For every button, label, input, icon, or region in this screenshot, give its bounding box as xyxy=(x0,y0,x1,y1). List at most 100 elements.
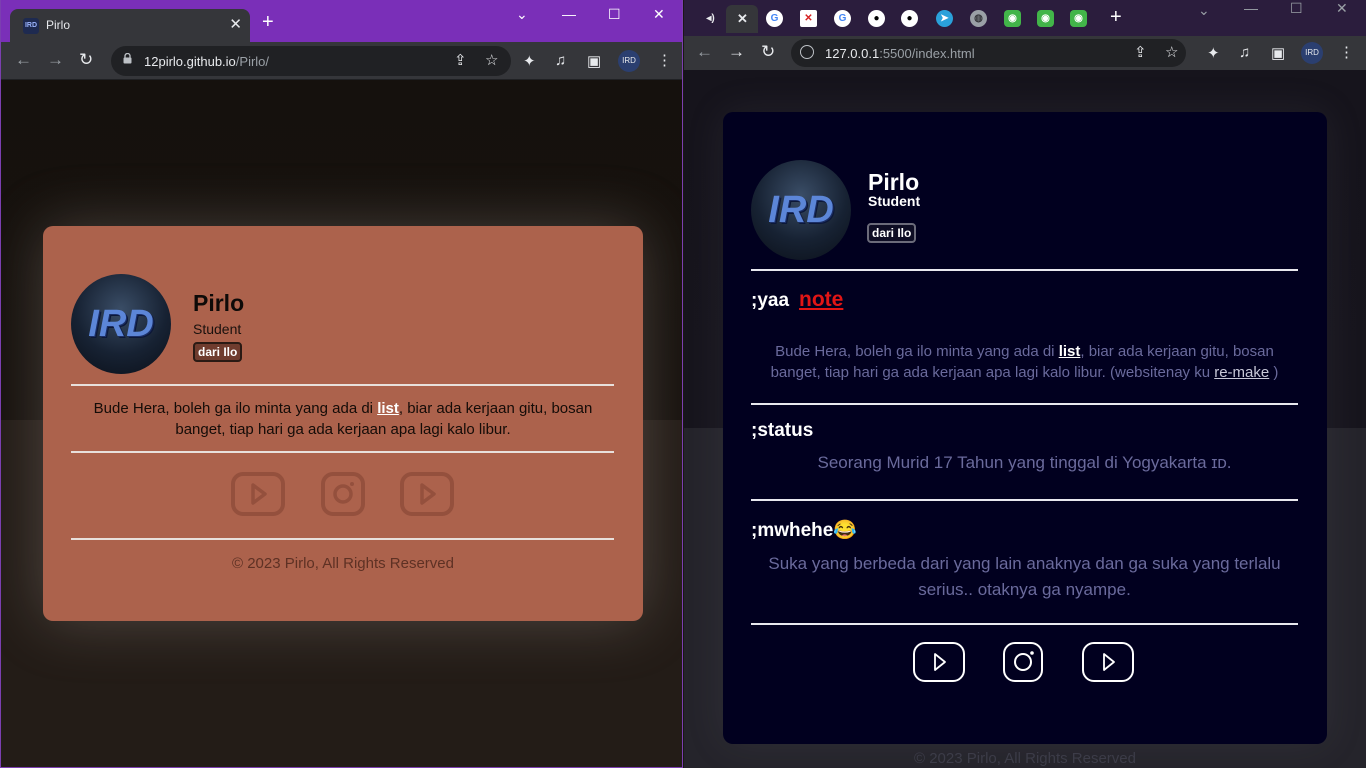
list-link[interactable]: list xyxy=(1059,343,1081,360)
profile-card: IRD Pirlo Student dari Ilo Bude Hera, bo… xyxy=(43,226,643,621)
logo-icon: IRD xyxy=(768,189,834,231)
profile-avatar-icon[interactable]: IRD xyxy=(1301,42,1323,64)
back-icon[interactable]: ← xyxy=(15,51,32,69)
github-icon: ● xyxy=(901,10,918,27)
tab-strip: ◂) ✕ G ✕ G ● ● ➤ ◍ ◉ ◉ ◉ + ⌄ — ☐ ✕ xyxy=(684,0,1366,36)
tokopedia-icon: ◉ xyxy=(1037,10,1054,27)
github-icon: ● xyxy=(868,10,885,27)
telegram-icon: ➤ xyxy=(936,10,953,27)
bookmark-star-icon[interactable]: ☆ xyxy=(485,51,498,69)
footer-copyright: © 2023 Pirlo, All Rights Reserved xyxy=(914,750,1136,767)
tab-google[interactable]: G xyxy=(758,5,790,33)
minimize-icon[interactable]: — xyxy=(562,6,576,22)
list-link[interactable]: list xyxy=(377,400,399,417)
close-window-icon[interactable]: ✕ xyxy=(1336,0,1348,17)
divider xyxy=(751,623,1298,625)
footer-copyright: © 2023 Pirlo, All Rights Reserved xyxy=(232,555,454,572)
tokopedia-icon: ◉ xyxy=(1004,10,1021,27)
bookmark-star-icon[interactable]: ☆ xyxy=(1165,43,1178,61)
url-text: 127.0.0.1:5500/index.html xyxy=(825,46,975,61)
section-heading-mwhehe: ;mwhehe😂 xyxy=(751,520,858,541)
media-control-icon[interactable]: ♫ xyxy=(555,52,566,69)
section-heading-yaa: ;yaa note xyxy=(751,288,844,311)
browser-toolbar: ← → ↻ 127.0.0.1:5500/index.html ⇪ ☆ ✦ ♫ … xyxy=(684,36,1366,70)
google-icon: G xyxy=(766,10,783,27)
page-content: IRD Pirlo Student dari Ilo ;yaa note Bude… xyxy=(684,70,1366,768)
maximize-icon[interactable]: ☐ xyxy=(1290,0,1303,17)
close-tab-icon[interactable]: ✕ xyxy=(229,15,242,33)
back-icon[interactable]: ← xyxy=(696,43,713,61)
maximize-icon[interactable]: ☐ xyxy=(608,6,621,23)
section-text-mwhehe: Suka yang berbeda dari yang lain anaknya… xyxy=(768,554,1281,599)
youtube-icon[interactable] xyxy=(400,472,454,516)
youtube-icon[interactable] xyxy=(1082,642,1134,682)
close-window-icon[interactable]: ✕ xyxy=(653,6,665,23)
instagram-icon[interactable] xyxy=(1003,642,1043,682)
menu-kebab-icon[interactable]: ⋮ xyxy=(657,51,672,69)
address-bar[interactable]: 127.0.0.1:5500/index.html ⇪ ☆ xyxy=(791,39,1186,67)
profile-card: IRD Pirlo Student dari Ilo ;yaa note Bude… xyxy=(723,112,1327,744)
side-panel-icon[interactable]: ▣ xyxy=(587,52,601,70)
note-link[interactable]: note xyxy=(799,288,843,311)
divider xyxy=(71,451,614,453)
tab-tokopedia[interactable]: ◉ xyxy=(1062,5,1094,33)
tab-search-icon[interactable]: ⌄ xyxy=(1198,2,1210,19)
forward-icon[interactable]: → xyxy=(728,43,745,61)
divider xyxy=(71,538,614,540)
share-icon[interactable]: ⇪ xyxy=(454,51,467,69)
menu-kebab-icon[interactable]: ⋮ xyxy=(1339,43,1354,61)
avatar: IRD xyxy=(751,160,851,260)
tab-google[interactable]: G xyxy=(826,5,858,33)
remake-link[interactable]: re-make xyxy=(1214,364,1269,381)
profile-role: Student xyxy=(868,193,921,209)
profile-avatar-icon[interactable]: IRD xyxy=(618,50,640,72)
tab-audio[interactable]: ◂) xyxy=(694,5,726,33)
tab-github[interactable]: ● xyxy=(893,5,925,33)
tab-title: Pirlo xyxy=(46,18,71,32)
section-text-yaa: Bude Hera, boleh ga ilo minta yang ada d… xyxy=(770,343,1279,381)
extensions-icon[interactable]: ✦ xyxy=(1207,44,1220,62)
tab-tokopedia[interactable]: ◉ xyxy=(996,5,1028,33)
tab-active[interactable]: ✕ xyxy=(726,5,758,33)
youtube-icon[interactable] xyxy=(231,472,285,516)
site-favicon-icon: IRD xyxy=(23,18,39,34)
tab-web[interactable]: ◍ xyxy=(962,5,994,33)
minimize-icon[interactable]: — xyxy=(1244,0,1258,16)
media-control-icon[interactable]: ♫ xyxy=(1239,44,1250,61)
tab-pirlo[interactable]: IRD Pirlo ✕ xyxy=(10,9,250,42)
address-bar[interactable]: 12pirlo.github.io/Pirlo/ ⇪ ☆ xyxy=(111,46,511,76)
instagram-icon[interactable] xyxy=(321,472,365,516)
reload-icon[interactable]: ↻ xyxy=(79,51,93,69)
lock-icon xyxy=(123,53,132,64)
browser-toolbar: ← → ↻ 12pirlo.github.io/Pirlo/ ⇪ ☆ ✦ ♫ ▣… xyxy=(1,42,682,80)
left-browser-window: IRD Pirlo ✕ + ⌄ — ☐ ✕ ← → ↻ 12pirlo.gith… xyxy=(0,0,683,768)
right-browser-window: ◂) ✕ G ✕ G ● ● ➤ ◍ ◉ ◉ ◉ + ⌄ — ☐ ✕ ← → ↻… xyxy=(684,0,1366,768)
divider xyxy=(71,384,614,386)
globe-icon: ◍ xyxy=(970,10,987,27)
youtube-icon[interactable] xyxy=(913,642,965,682)
tab-search-icon[interactable]: ⌄ xyxy=(516,6,528,23)
speaker-icon: ◂) xyxy=(706,13,715,24)
profile-tag: dari Ilo xyxy=(867,223,917,243)
share-icon[interactable]: ⇪ xyxy=(1134,43,1147,61)
side-panel-icon[interactable]: ▣ xyxy=(1271,44,1285,62)
tokopedia-icon: ◉ xyxy=(1070,10,1087,27)
profile-name: Pirlo xyxy=(193,290,245,316)
tab-telegram[interactable]: ➤ xyxy=(928,5,960,33)
avatar: IRD xyxy=(71,274,171,374)
tab-strip: IRD Pirlo ✕ + ⌄ — ☐ ✕ xyxy=(1,0,682,42)
close-tab-icon[interactable]: ✕ xyxy=(734,10,751,27)
divider xyxy=(751,269,1298,271)
profile-description: Bude Hera, boleh ga ilo minta yang ada d… xyxy=(93,400,593,438)
extensions-icon[interactable]: ✦ xyxy=(523,52,536,70)
site-info-icon[interactable] xyxy=(800,45,814,59)
new-tab-icon[interactable]: + xyxy=(1110,6,1122,29)
tab-github[interactable]: ● xyxy=(860,5,892,33)
reload-icon[interactable]: ↻ xyxy=(761,43,775,61)
forward-icon[interactable]: → xyxy=(47,51,64,69)
tab-tokopedia[interactable]: ◉ xyxy=(1029,5,1061,33)
tab-x[interactable]: ✕ xyxy=(792,5,824,33)
google-icon: G xyxy=(834,10,851,27)
new-tab-icon[interactable]: + xyxy=(262,12,274,32)
profile-name: Pirlo xyxy=(868,169,920,195)
